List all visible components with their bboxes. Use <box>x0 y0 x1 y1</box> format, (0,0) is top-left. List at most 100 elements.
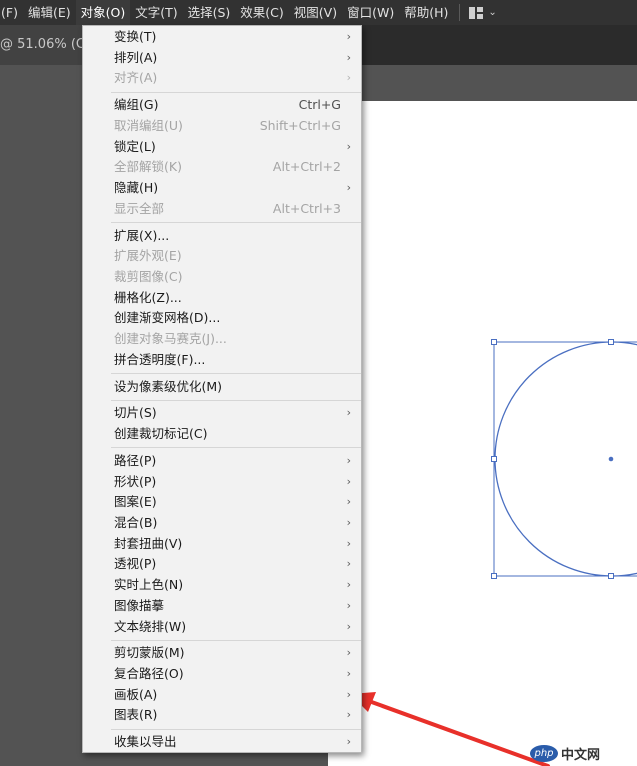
menu-item-label: 显示全部 <box>114 200 165 216</box>
object-menu-dropdown: 变换(T) › 排列(A) › 对齐(A) › 编组(G) Ctrl+G 取消编组(U) Shif… <box>82 25 362 753</box>
menu-item[interactable]: 排列(A) › <box>83 48 361 69</box>
menu-item[interactable]: 创建裁切标记(C) <box>83 424 361 445</box>
menu-item[interactable]: 变换(T) › <box>83 27 361 48</box>
handle-top-mid[interactable] <box>608 339 614 345</box>
submenu-chevron-icon: › <box>346 454 351 467</box>
menu-divider <box>111 91 361 93</box>
menu-item[interactable]: 拼合透明度(F)... <box>83 350 361 371</box>
submenu-chevron-icon: › <box>346 536 351 550</box>
menu-item: 全部解锁(K) Alt+Ctrl+2 <box>83 157 361 178</box>
center-point <box>608 456 614 462</box>
menu-item[interactable]: 复合路径(O) › <box>83 664 361 685</box>
menu-item[interactable]: 收集以导出 › <box>83 732 361 753</box>
menu-item-label: 栅格化(Z)... <box>114 289 182 305</box>
submenu-chevron-icon: › <box>346 50 351 64</box>
menu-item-label: 形状(P) <box>114 473 157 489</box>
menu-item-shortcut: Alt+Ctrl+3 <box>272 200 341 216</box>
menu-item: 创建对象马赛克(J)... <box>83 329 361 350</box>
menu-item-label: 扩展外观(E) <box>114 248 182 264</box>
menu-item-label: 隐藏(H) <box>114 180 159 195</box>
menu-item-label: 剪切蒙版(M) <box>114 645 185 661</box>
menu-item-label: 创建对象马赛克(J)... <box>114 331 227 346</box>
menu-item-label: 切片(S) <box>114 405 157 421</box>
menu-item-label: 图表(R) <box>114 707 158 723</box>
menu-item-label: 收集以导出 <box>114 734 177 750</box>
menu-item-label: 编组(G) <box>114 97 159 113</box>
menu-item[interactable]: 混合(B) › <box>83 513 361 534</box>
menu-item: 裁剪图像(C) <box>83 267 361 288</box>
menu-item-label: 裁剪图像(C) <box>114 268 183 284</box>
menu-divider <box>111 221 361 223</box>
submenu-chevron-icon: › <box>346 708 351 722</box>
menu-item-label: 实时上色(N) <box>114 577 184 593</box>
menu-item-label: 复合路径(O) <box>114 666 184 682</box>
php-logo: php <box>530 744 558 762</box>
menu-item-label: 取消编组(U) <box>114 117 183 133</box>
menu-item[interactable]: 切片(S) › <box>83 403 361 424</box>
menu-item-label: 文本绕排(W) <box>114 618 187 634</box>
menu-divider <box>111 372 361 374</box>
handle-mid-left[interactable] <box>491 456 497 462</box>
handle-bottom-mid[interactable] <box>608 573 614 579</box>
submenu-chevron-icon: › <box>346 71 351 85</box>
selected-circle[interactable] <box>494 341 637 577</box>
submenu-chevron-icon: › <box>346 557 351 571</box>
menu-item-label: 创建渐变网格(D)... <box>114 310 221 326</box>
handle-bottom-left[interactable] <box>491 573 497 579</box>
menu-item: 对齐(A) › <box>83 68 361 89</box>
menu-item-label: 扩展(X)... <box>114 227 170 243</box>
menu-item: 显示全部 Alt+Ctrl+3 <box>83 199 361 220</box>
submenu-chevron-icon: › <box>346 181 351 194</box>
menu-item[interactable]: 图像描摹 › <box>83 596 361 617</box>
menu-item[interactable]: 扩展(X)... <box>83 226 361 247</box>
menu-item-label: 全部解锁(K) <box>114 159 182 175</box>
menu-item[interactable]: 透视(P) › <box>83 554 361 575</box>
menu-item[interactable]: 文本绕排(W) › <box>83 617 361 638</box>
menu-item[interactable]: 画板(A) › <box>83 685 361 706</box>
menu-item-label: 变换(T) <box>114 29 157 44</box>
submenu-chevron-icon: › <box>346 667 351 681</box>
menu-item[interactable]: 图案(E) › <box>83 492 361 513</box>
watermark-site-text: 中文网 <box>561 747 601 763</box>
menu-item[interactable]: 路径(P) › <box>83 451 361 472</box>
menu-item-label: 混合(B) <box>114 515 158 531</box>
menu-item-label: 画板(A) <box>114 686 158 702</box>
menu-item-label: 封套扭曲(V) <box>114 535 183 551</box>
submenu-chevron-icon: › <box>346 646 351 660</box>
menu-divider <box>111 728 361 730</box>
menu-item-label: 图像描摹 <box>114 597 165 613</box>
menu-item[interactable]: 锁定(L) › <box>83 137 361 158</box>
submenu-chevron-icon: › <box>346 687 351 701</box>
submenu-chevron-icon: › <box>346 30 351 43</box>
menu-item[interactable]: 编组(G) Ctrl+G <box>83 95 361 116</box>
menu-item[interactable]: 形状(P) › <box>83 472 361 493</box>
menu-item: 取消编组(U) Shift+Ctrl+G <box>83 116 361 137</box>
menu-item[interactable]: 剪切蒙版(M) › <box>83 643 361 664</box>
menu-divider <box>111 639 361 641</box>
submenu-chevron-icon: › <box>346 474 351 488</box>
menu-item[interactable]: 栅格化(Z)... <box>83 288 361 309</box>
menu-item-shortcut: Shift+Ctrl+G <box>259 117 341 133</box>
submenu-chevron-icon: › <box>346 578 351 592</box>
menu-item-label: 透视(P) <box>114 556 157 572</box>
submenu-chevron-icon: › <box>346 495 351 509</box>
menu-item-label: 设为像素级优化(M) <box>114 378 223 394</box>
submenu-chevron-icon: › <box>346 619 351 633</box>
submenu-chevron-icon: › <box>346 598 351 612</box>
menu-item-label: 对齐(A) <box>114 70 158 86</box>
menu-item-label: 锁定(L) <box>114 138 156 154</box>
menu-item[interactable]: 图表(R) › <box>83 705 361 726</box>
selection-bounding-box[interactable] <box>493 341 637 577</box>
php-cn-watermark: php 中文网 <box>530 742 600 764</box>
submenu-chevron-icon: › <box>346 406 351 420</box>
menu-item[interactable]: 封套扭曲(V) › <box>83 534 361 555</box>
menu-item-label: 拼合透明度(F)... <box>114 351 206 367</box>
menu-item: 扩展外观(E) <box>83 246 361 267</box>
menu-item[interactable]: 设为像素级优化(M) <box>83 377 361 398</box>
menu-item[interactable]: 创建渐变网格(D)... <box>83 308 361 329</box>
menu-item-label: 创建裁切标记(C) <box>114 426 208 442</box>
handle-top-left[interactable] <box>491 339 497 345</box>
menu-item[interactable]: 隐藏(H) › <box>83 178 361 199</box>
menu-item-label: 图案(E) <box>114 494 157 510</box>
menu-item[interactable]: 实时上色(N) › <box>83 575 361 596</box>
